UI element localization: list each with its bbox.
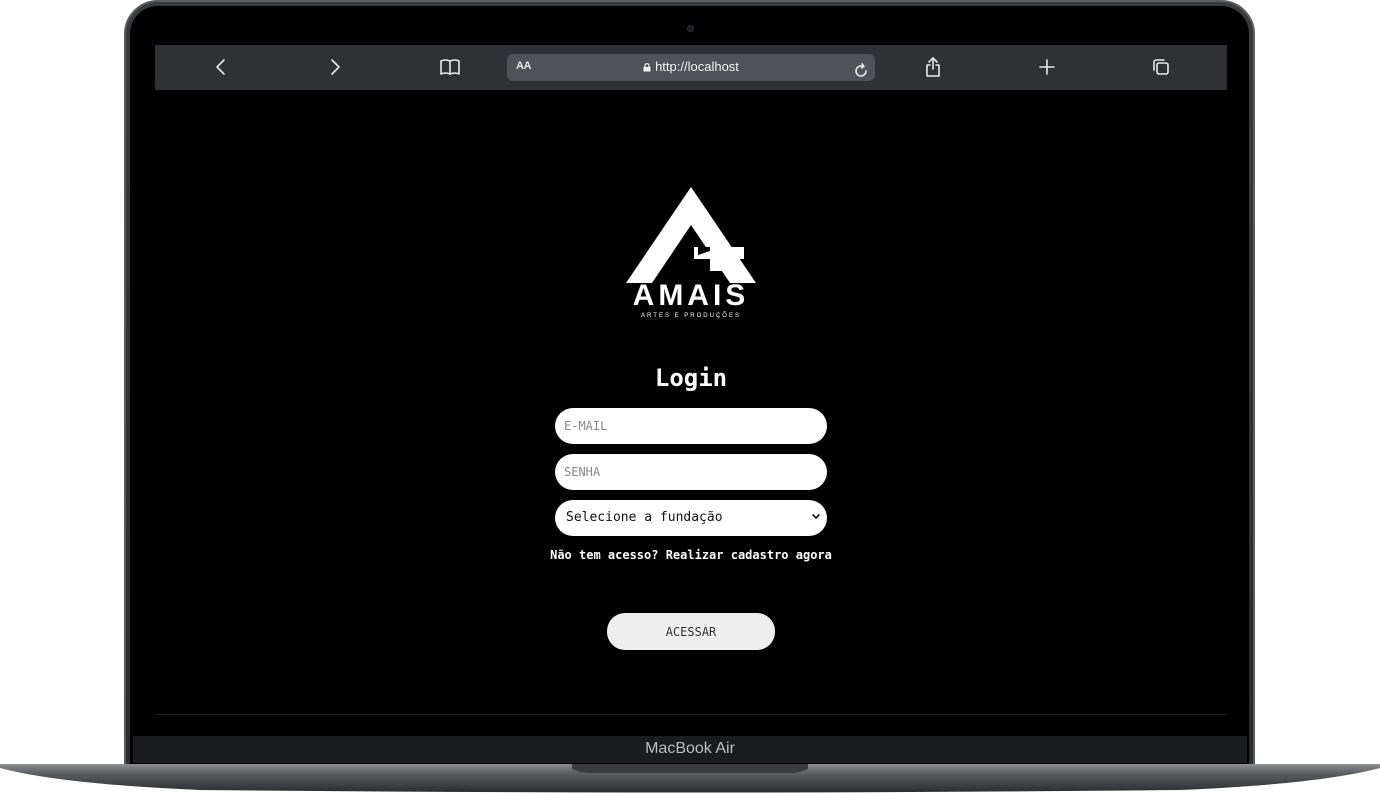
signup-link[interactable]: Não tem acesso? Realizar cadastro agora [491, 548, 891, 562]
bookmarks-icon[interactable] [438, 55, 462, 79]
login-title: Login [654, 364, 728, 392]
new-tab-icon[interactable] [1036, 55, 1058, 79]
browser-toolbar: AA http://localhost [155, 45, 1227, 90]
share-icon[interactable] [923, 55, 943, 79]
address-bar[interactable]: AA http://localhost [507, 54, 875, 81]
camera [687, 25, 694, 32]
password-field[interactable] [555, 454, 827, 490]
url-text: http://localhost [655, 59, 739, 74]
logo-mark-icon [626, 187, 756, 283]
browser-screen: AA http://localhost AMAIS ARTES E PRODUÇ… [155, 45, 1227, 715]
chevron-down-icon [812, 514, 820, 520]
back-icon[interactable] [211, 55, 231, 79]
forward-icon[interactable] [325, 55, 345, 79]
foundation-select-value: Selecione a fundação [566, 510, 723, 525]
logo-tagline: ARTES E PRODUÇÕES [641, 313, 741, 319]
logo-wordmark: AMAIS [632, 279, 750, 312]
screen-bottom-line [155, 714, 1227, 715]
reload-icon[interactable] [853, 59, 869, 83]
url-display: http://localhost [507, 59, 875, 74]
tabs-overview-icon[interactable] [1150, 55, 1172, 79]
email-field[interactable] [555, 408, 827, 444]
lock-icon [643, 63, 651, 72]
submit-button[interactable]: ACESSAR [607, 613, 775, 650]
amais-logo: AMAIS ARTES E PRODUÇÕES [618, 185, 764, 327]
foundation-select[interactable]: Selecione a fundação [555, 500, 827, 536]
laptop-base [0, 764, 1380, 793]
device-label: MacBook Air [645, 740, 735, 757]
